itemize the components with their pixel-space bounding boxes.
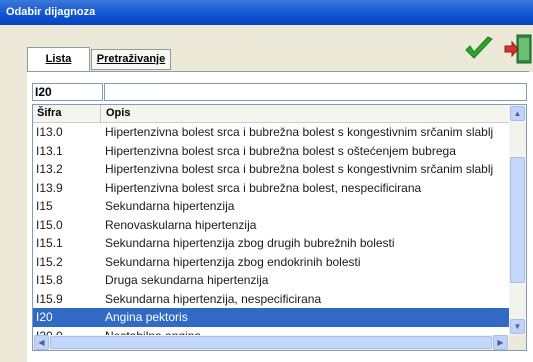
cell-description: Sekundarna hipertenzija, nespecificirana <box>105 291 322 306</box>
cell-description: Druga sekundarna hipertenzija <box>105 273 269 287</box>
table-row[interactable]: I15.0 Renovaskularna hipertenzija <box>33 216 509 235</box>
cell-code: I13.9 <box>36 180 63 195</box>
cell-description: Angina pektoris <box>105 310 188 324</box>
cell-code: I15.1 <box>36 236 63 250</box>
table-row[interactable]: I15.1 Sekundarna hipertenzija zbog drugih… <box>33 234 509 253</box>
vertical-scrollbar[interactable]: ▲ ▼ <box>509 105 526 350</box>
horizontal-scroll-thumb[interactable] <box>50 336 492 349</box>
cell-code: I13.0 <box>36 125 63 139</box>
cell-code: I13.1 <box>36 143 63 158</box>
table-row[interactable]: I15.2 Sekundarna hipertenzija zbog endokr… <box>33 253 509 272</box>
scroll-right-button[interactable]: ▶ <box>493 335 508 350</box>
table-row[interactable]: I15 Sekundarna hipertenzija <box>33 197 509 216</box>
column-header-opis[interactable]: Opis <box>101 105 509 122</box>
cell-code: I15.0 <box>36 217 63 232</box>
checkmark-icon <box>465 36 493 59</box>
table-row[interactable]: I13.9 Hipertenzivna bolest srca i bubrežn… <box>33 179 509 198</box>
cell-description: Hipertenzivna bolest srca i bubrežna bol… <box>105 180 422 195</box>
table-row[interactable]: I13.0 Hipertenzivna bolest srca i bubrežn… <box>33 123 509 142</box>
chevron-left-icon: ◀ <box>38 338 45 347</box>
cell-code: I15 <box>36 199 53 213</box>
cell-description: Sekundarna hipertenzija zbog drugih bubr… <box>105 236 395 250</box>
table-row[interactable]: I15.8 Druga sekundarna hipertenzija <box>33 271 509 290</box>
diagnosis-table: Šifra Opis I13.0 Hipertenzivna bolest src… <box>32 104 527 351</box>
table-body: I13.0 Hipertenzivna bolest srca i bubrežn… <box>33 123 509 345</box>
cell-code: I15.2 <box>36 254 63 269</box>
chevron-right-icon: ▶ <box>497 338 504 347</box>
window-title: Odabir dijagnoza <box>6 6 96 18</box>
cell-description: Hipertenzivna bolest srca i bubrežna bol… <box>105 143 456 158</box>
scrollbar-corner <box>509 335 526 350</box>
table-header: Šifra Opis <box>33 105 509 123</box>
exit-button[interactable] <box>503 33 533 65</box>
tab-lista[interactable]: Lista <box>27 47 90 71</box>
scroll-up-button[interactable]: ▲ <box>510 106 525 121</box>
horizontal-scrollbar[interactable]: ◀ ▶ <box>33 335 509 350</box>
cell-description: Hipertenzivna bolest srca i bubrežna bol… <box>105 162 494 176</box>
description-filter-input[interactable] <box>104 83 527 101</box>
table-row[interactable]: I20 Angina pektoris <box>33 308 509 327</box>
cell-description: Sekundarna hipertenzija <box>105 199 235 213</box>
table-row[interactable]: I15.9 Sekundarna hipertenzija, nespecific… <box>33 290 509 309</box>
code-filter-input[interactable]: I20 <box>32 83 103 101</box>
window-title-bar[interactable]: Odabir dijagnoza <box>0 0 533 25</box>
confirm-button[interactable] <box>463 34 495 64</box>
cell-code: I20 <box>36 310 53 324</box>
cell-description: Sekundarna hipertenzija zbog endokrinih … <box>105 254 361 269</box>
scroll-down-button[interactable]: ▼ <box>510 319 525 334</box>
chevron-up-icon: ▲ <box>513 109 522 118</box>
tab-pretrazivanje[interactable]: Pretraživanje <box>91 49 171 70</box>
tab-pretrazivanje-label: Pretraživanje <box>96 53 166 65</box>
scroll-left-button[interactable]: ◀ <box>34 335 49 350</box>
exit-door-icon <box>504 34 532 64</box>
vertical-scroll-thumb[interactable] <box>510 157 525 283</box>
cell-description: Renovaskularna hipertenzija <box>105 217 257 232</box>
cell-code: I13.2 <box>36 162 63 176</box>
table-row[interactable]: I13.2 Hipertenzivna bolest srca i bubrežn… <box>33 160 509 179</box>
cell-description: Hipertenzivna bolest srca i bubrežna bol… <box>105 125 494 139</box>
tab-lista-label: Lista <box>45 53 72 65</box>
cell-code: I15.9 <box>36 291 63 306</box>
table-row[interactable]: I13.1 Hipertenzivna bolest srca i bubrežn… <box>33 142 509 161</box>
cell-code: I15.8 <box>36 273 63 287</box>
column-header-sifra[interactable]: Šifra <box>33 105 101 122</box>
chevron-down-icon: ▼ <box>513 322 522 331</box>
